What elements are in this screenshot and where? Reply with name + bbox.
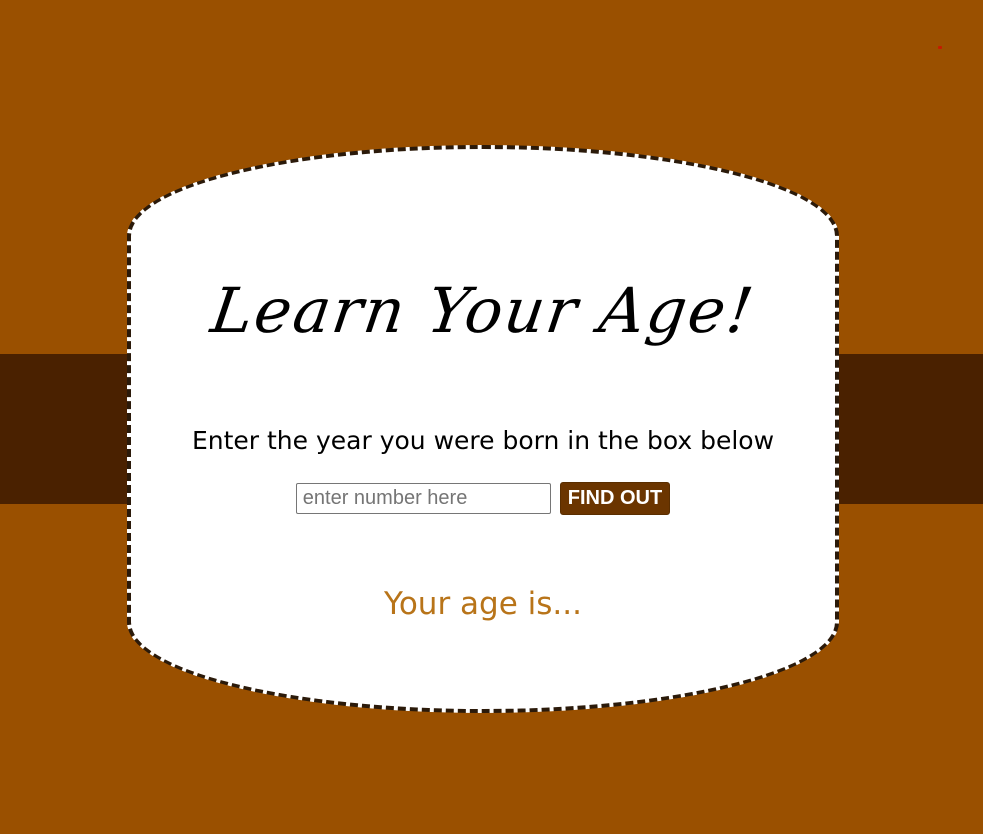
age-card: Learn Your Age! Enter the year you were … [127, 145, 839, 713]
age-result: Your age is... [384, 586, 582, 622]
birth-year-input[interactable] [295, 483, 551, 514]
corner-dot [938, 46, 942, 49]
find-out-button[interactable]: FIND OUT [559, 482, 671, 515]
page-background: Learn Your Age! Enter the year you were … [0, 0, 983, 834]
instruction-text: Enter the year you were born in the box … [191, 426, 775, 455]
page-title: Learn Your Age! [206, 274, 760, 347]
year-form: FIND OUT [131, 482, 835, 515]
age-card-content: Learn Your Age! Enter the year you were … [131, 149, 835, 709]
